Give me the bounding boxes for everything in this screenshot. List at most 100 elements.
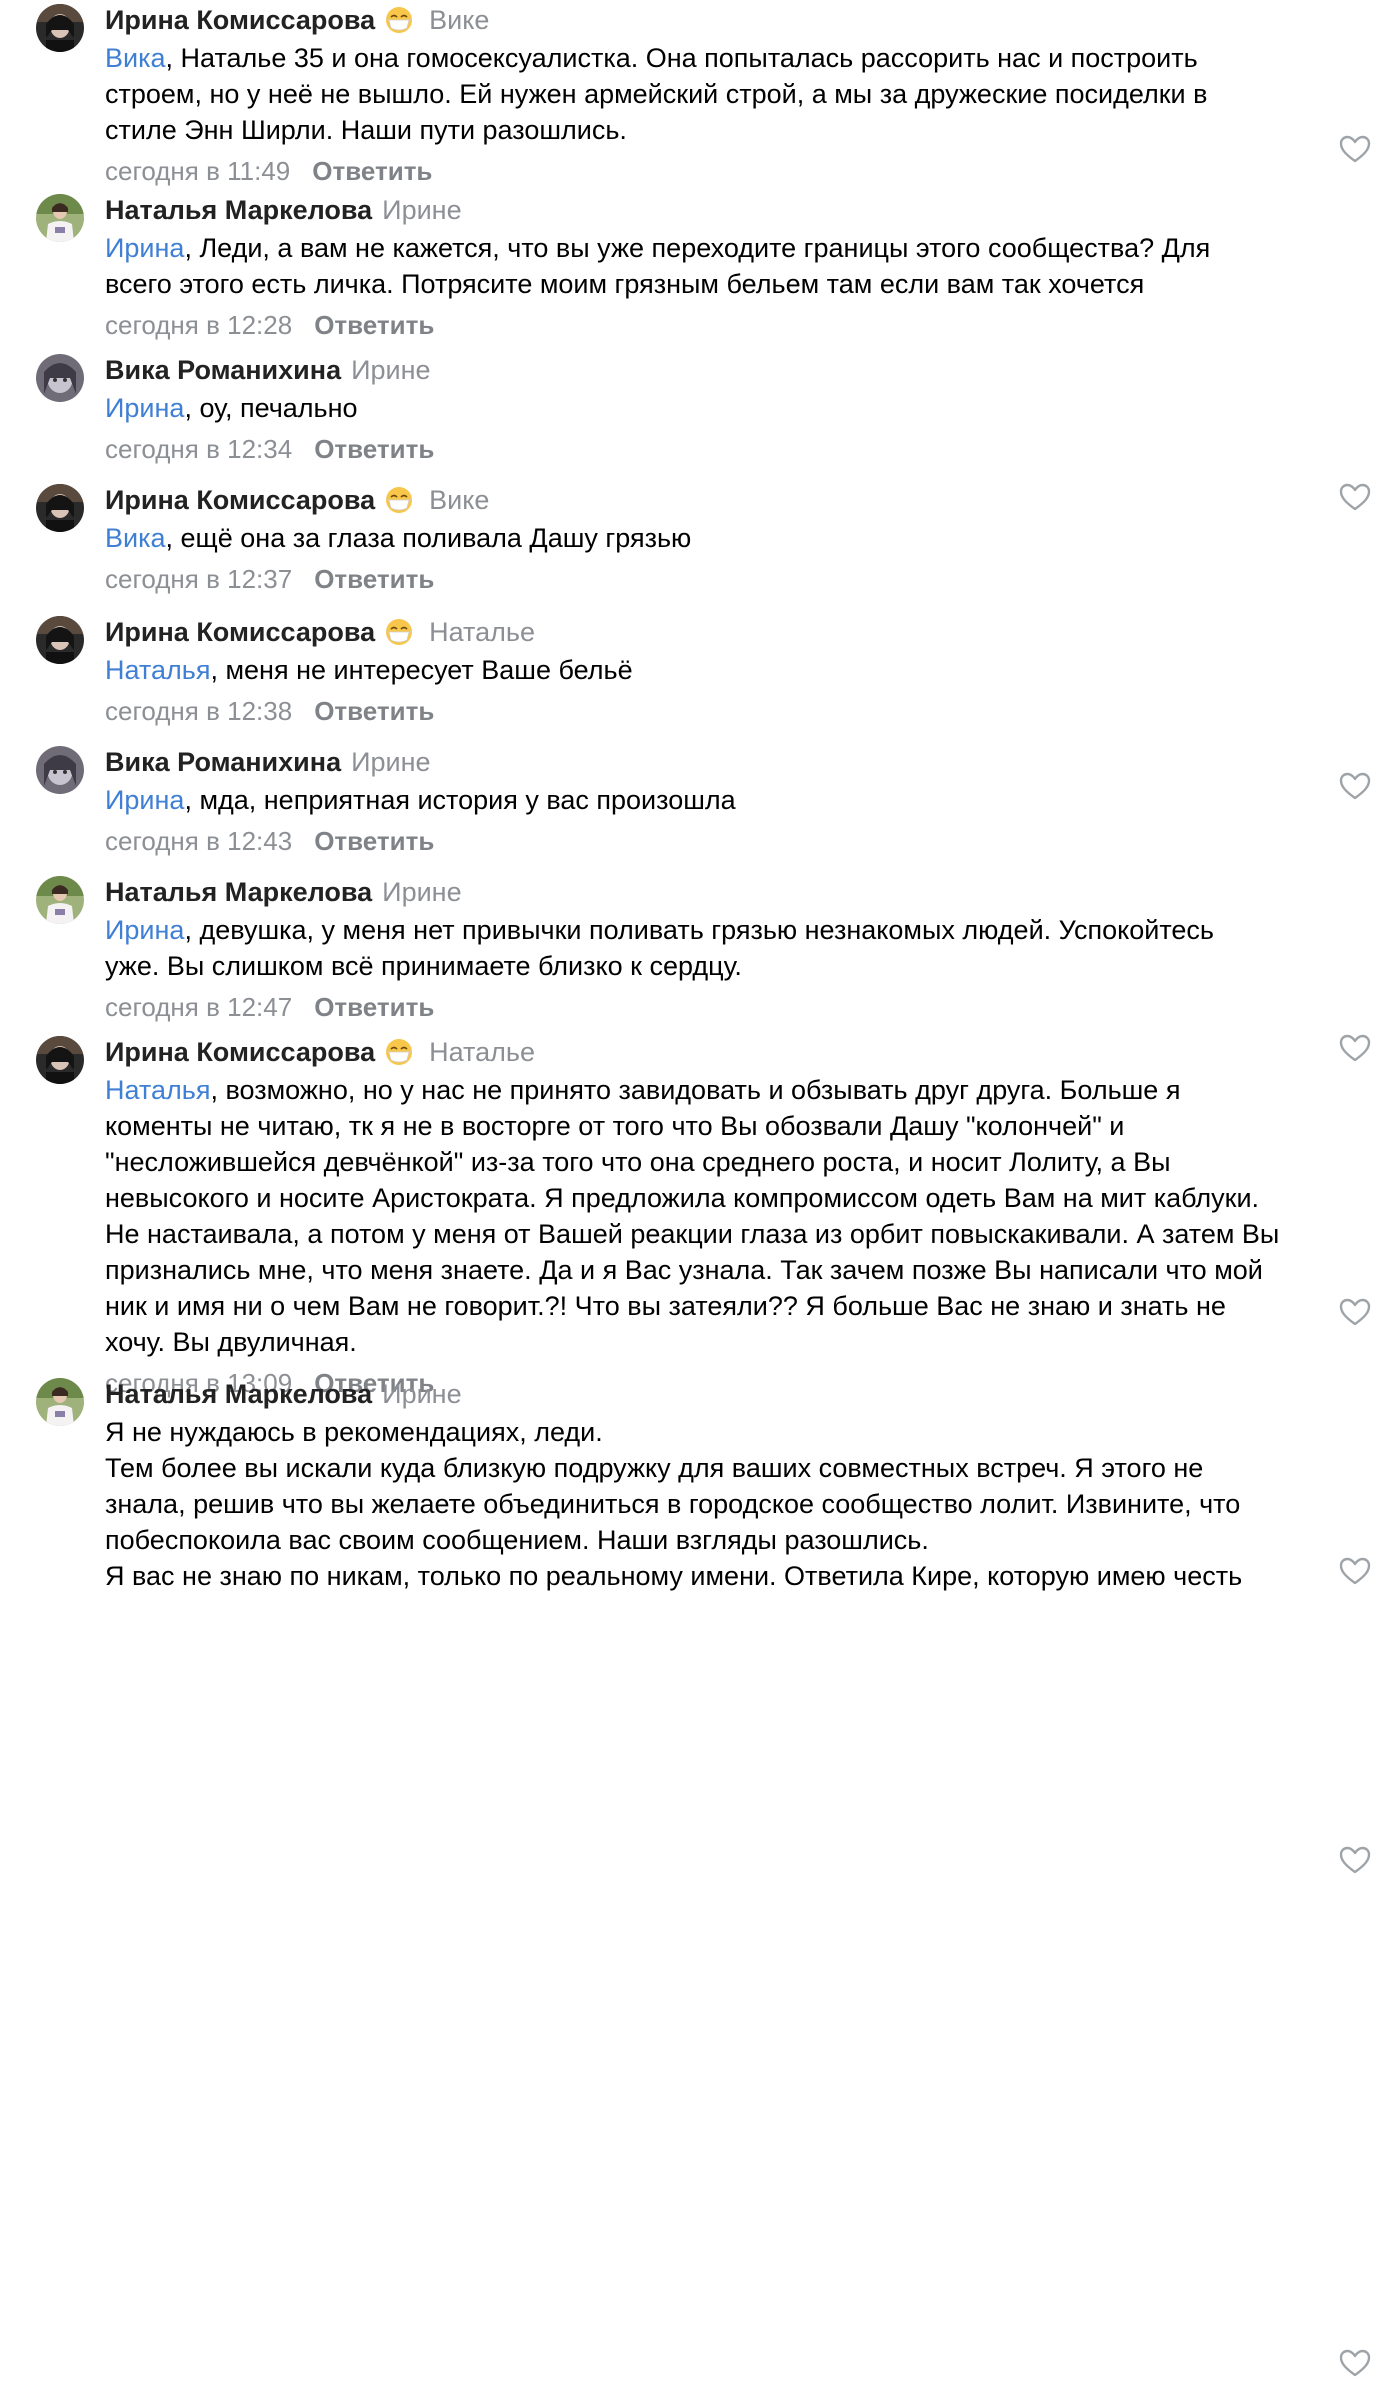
comment-time[interactable]: сегодня в 12:28 [105, 310, 292, 340]
reply-to-name[interactable]: Ирине [351, 355, 430, 385]
avatar[interactable] [36, 354, 84, 402]
text-line: признались мне, что меня знаете. Да и я … [105, 1252, 1370, 1288]
text-line: всего этого есть личка. Потрясите моим г… [105, 266, 1370, 302]
mention-link[interactable]: Вика [105, 523, 166, 553]
author-name[interactable]: Вика Романихина [105, 747, 341, 777]
avatar[interactable] [36, 194, 84, 242]
comment-body: Ирина Комиссарова Вике Вика, ещё она за гл… [105, 480, 1370, 597]
reply-button[interactable]: Ответить [314, 564, 434, 594]
author-name[interactable]: Наталья Маркелова [105, 877, 372, 907]
reply-to-name[interactable]: Ирине [382, 1379, 461, 1409]
mention-link[interactable]: Ирина [105, 393, 184, 423]
reply-button[interactable]: Ответить [314, 434, 434, 464]
author-name[interactable]: Ирина Комиссарова [105, 617, 375, 647]
text-line: хочу. Вы двуличная. [105, 1324, 1370, 1360]
mention-link[interactable]: Наталья [105, 655, 210, 685]
text-line: Ирина, оу, печально [105, 390, 1370, 426]
comment-header: Ирина Комиссарова Наталье [105, 612, 1370, 652]
text-line: стиле Энн Ширли. Наши пути разошлись. [105, 112, 1370, 148]
comment-meta: сегодня в 11:49 Ответить [105, 153, 1370, 189]
mention-link[interactable]: Ирина [105, 785, 184, 815]
comment-body: Наталья Маркелова Ирине Ирина, Леди, а вам… [105, 190, 1370, 343]
comment-text: Наталья, возможно, но у нас не принято з… [105, 1072, 1370, 1360]
reply-button[interactable]: Ответить [312, 156, 432, 186]
comment-body: Ирина Комиссарова Наталье Наталья, возможн… [105, 1032, 1370, 1401]
text-content: стиле Энн Ширли. Наши пути разошлись. [105, 115, 627, 145]
mention-link[interactable]: Ирина [105, 233, 184, 263]
text-line: Не настаивала, а потом у меня от Вашей р… [105, 1216, 1370, 1252]
mention-link[interactable]: Вика [105, 43, 166, 73]
text-line: строем, но у неё не вышло. Ей нужен арме… [105, 76, 1370, 112]
mention-link[interactable]: Наталья [105, 1075, 210, 1105]
text-content: , оу, печально [184, 393, 358, 423]
comment-text: Ирина, Леди, а вам не кажется, что вы уж… [105, 230, 1370, 302]
comment-time[interactable]: сегодня в 12:47 [105, 992, 292, 1022]
text-content: , Леди, а вам не кажется, что вы уже пер… [184, 233, 1211, 263]
text-content: коменты не читаю, тк я не в восторге от … [105, 1111, 1125, 1141]
like-heart-icon[interactable] [1338, 1845, 1372, 1875]
comment-header: Вика Романихина Ирине [105, 350, 1370, 390]
reply-to-name[interactable]: Наталье [429, 1037, 535, 1067]
text-line: коменты не читаю, тк я не в восторге от … [105, 1108, 1370, 1144]
comment-header: Вика Романихина Ирине [105, 742, 1370, 782]
reply-to-name[interactable]: Ирине [382, 195, 461, 225]
comment-text: Вика, Наталье 35 и она гомосексуалистка.… [105, 40, 1370, 148]
avatar[interactable] [36, 4, 84, 52]
comment-body: Вика Романихина Ирине Ирина, мда, неприятн… [105, 742, 1370, 859]
author-name[interactable]: Ирина Комиссарова [105, 5, 375, 35]
reply-button[interactable]: Ответить [314, 992, 434, 1022]
author-name[interactable]: Наталья Маркелова [105, 195, 372, 225]
text-content: , мда, неприятная история у вас произошл… [184, 785, 736, 815]
text-content: хочу. Вы двуличная. [105, 1327, 357, 1357]
text-line: Вика, ещё она за глаза поливала Дашу гря… [105, 520, 1370, 556]
text-line: знала, решив что вы желаете объединиться… [105, 1486, 1370, 1522]
text-content: признались мне, что меня знаете. Да и я … [105, 1255, 1263, 1285]
avatar[interactable] [36, 746, 84, 794]
reply-to-name[interactable]: Наталье [429, 617, 535, 647]
mask-emoji-icon [385, 617, 413, 657]
author-name[interactable]: Ирина Комиссарова [105, 1037, 375, 1067]
reply-to-name[interactable]: Вике [429, 485, 489, 515]
text-line: Я вас не знаю по никам, только по реальн… [105, 1558, 1370, 1594]
comment-time[interactable]: сегодня в 12:38 [105, 696, 292, 726]
reply-to-name[interactable]: Ирине [382, 877, 461, 907]
reply-button[interactable]: Ответить [314, 696, 434, 726]
reply-to-name[interactable]: Ирине [351, 747, 430, 777]
avatar[interactable] [36, 876, 84, 924]
text-line: "несложившейся девчёнкой" из-за того что… [105, 1144, 1370, 1180]
author-name[interactable]: Ирина Комиссарова [105, 485, 375, 515]
like-heart-icon[interactable] [1338, 2348, 1372, 2378]
avatar[interactable] [36, 1036, 84, 1084]
comment-body: Вика Романихина Ирине Ирина, оу, печально с… [105, 350, 1370, 467]
comment-header: Ирина Комиссарова Наталье [105, 1032, 1370, 1072]
avatar[interactable] [36, 1378, 84, 1426]
author-name[interactable]: Наталья Маркелова [105, 1379, 372, 1409]
avatar[interactable] [36, 616, 84, 664]
comment-time[interactable]: сегодня в 12:43 [105, 826, 292, 856]
comment-text: Вика, ещё она за глаза поливала Дашу гря… [105, 520, 1370, 556]
text-line: Ирина, мда, неприятная история у вас про… [105, 782, 1370, 818]
comment-body: Ирина Комиссарова Вике Вика, Наталье 35 и … [105, 0, 1370, 189]
text-line: Наталья, меня не интересует Ваше бельё [105, 652, 1370, 688]
like-heart-icon[interactable] [1338, 134, 1372, 164]
reply-button[interactable]: Ответить [314, 826, 434, 856]
mention-link[interactable]: Ирина [105, 915, 184, 945]
text-content: "несложившейся девчёнкой" из-за того что… [105, 1147, 1171, 1177]
text-content: , Наталье 35 и она гомосексуалистка. Она… [165, 43, 1198, 73]
text-content: ник и имя ни о чем Вам не говорит.?! Что… [105, 1291, 1226, 1321]
reply-button[interactable]: Ответить [314, 310, 434, 340]
text-content: Тем более вы искали куда близкую подружк… [105, 1453, 1204, 1483]
comment-feed: Ирина Комиссарова Вике Вика, Наталье 35 и … [0, 0, 1400, 2377]
text-line: ник и имя ни о чем Вам не говорит.?! Что… [105, 1288, 1370, 1324]
comment-text: Я не нуждаюсь в рекомендациях, леди. Тем … [105, 1414, 1370, 1594]
comment-time[interactable]: сегодня в 12:34 [105, 434, 292, 464]
avatar[interactable] [36, 484, 84, 532]
text-content: , возможно, но у нас не принято завидова… [210, 1075, 1181, 1105]
comment-meta: сегодня в 12:47 Ответить [105, 989, 1370, 1025]
text-line: Ирина, девушка, у меня нет привычки поли… [105, 912, 1370, 948]
comment-time[interactable]: сегодня в 12:37 [105, 564, 292, 594]
author-name[interactable]: Вика Романихина [105, 355, 341, 385]
comment-time[interactable]: сегодня в 11:49 [105, 156, 290, 186]
reply-to-name[interactable]: Вике [429, 5, 489, 35]
text-content: , ещё она за глаза поливала Дашу грязью [165, 523, 692, 553]
